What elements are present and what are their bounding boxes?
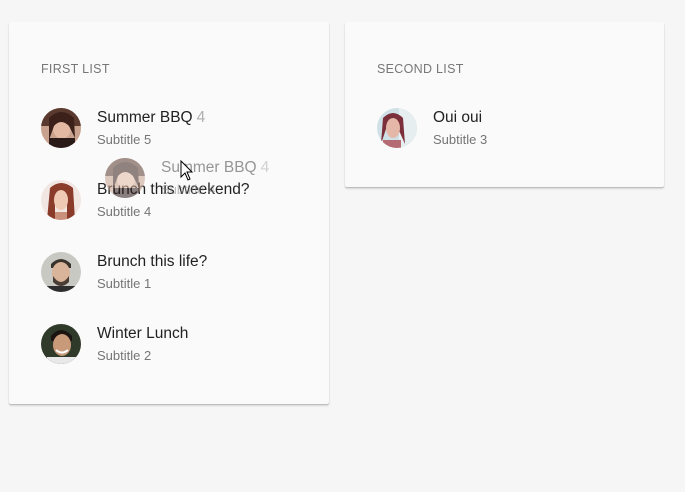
list-item[interactable]: Brunch this life? Subtitle 1 (41, 252, 301, 300)
woman-dark-hair-avatar (41, 108, 81, 148)
item-subtitle: Subtitle 4 (161, 182, 216, 197)
woman-outdoor-avatar (377, 108, 417, 148)
man-beard-avatar (41, 252, 81, 292)
item-title: Brunch this life? (97, 253, 208, 270)
second-list-card: SECOND LIST Oui oui Subtitle 3 (345, 22, 664, 187)
item-title: Winter Lunch (97, 325, 189, 342)
list-item[interactable]: Oui oui Subtitle 3 (377, 108, 637, 156)
list-item[interactable]: Summer BBQ 4 Subtitle 5 (41, 108, 301, 156)
item-subtitle: Subtitle 5 (97, 132, 152, 147)
item-subtitle: Subtitle 1 (97, 276, 152, 291)
item-subtitle: Subtitle 4 (97, 204, 152, 219)
woman-red-hair-avatar (41, 180, 81, 220)
item-subtitle: Subtitle 3 (433, 132, 488, 147)
dragging-list-item[interactable]: Summer BBQ 4 Subtitle 4 (105, 158, 305, 202)
item-title: Oui oui (433, 109, 483, 126)
item-count: 4 (196, 109, 206, 126)
mouse-cursor-icon (180, 160, 194, 181)
first-list-title: FIRST LIST (41, 62, 110, 76)
item-title: Summer BBQ (97, 109, 193, 126)
item-title: Summer BBQ (161, 159, 257, 176)
item-subtitle: Subtitle 2 (97, 348, 152, 363)
second-list-title: SECOND LIST (377, 62, 464, 76)
woman-dark-hair-avatar (105, 158, 145, 198)
man-smiling-avatar (41, 324, 81, 364)
item-count: 4 (260, 159, 270, 176)
first-list-card: FIRST LIST Summer BBQ 4 Subtitle 5 Brunc… (9, 22, 329, 404)
list-item[interactable]: Winter Lunch Subtitle 2 (41, 324, 301, 372)
